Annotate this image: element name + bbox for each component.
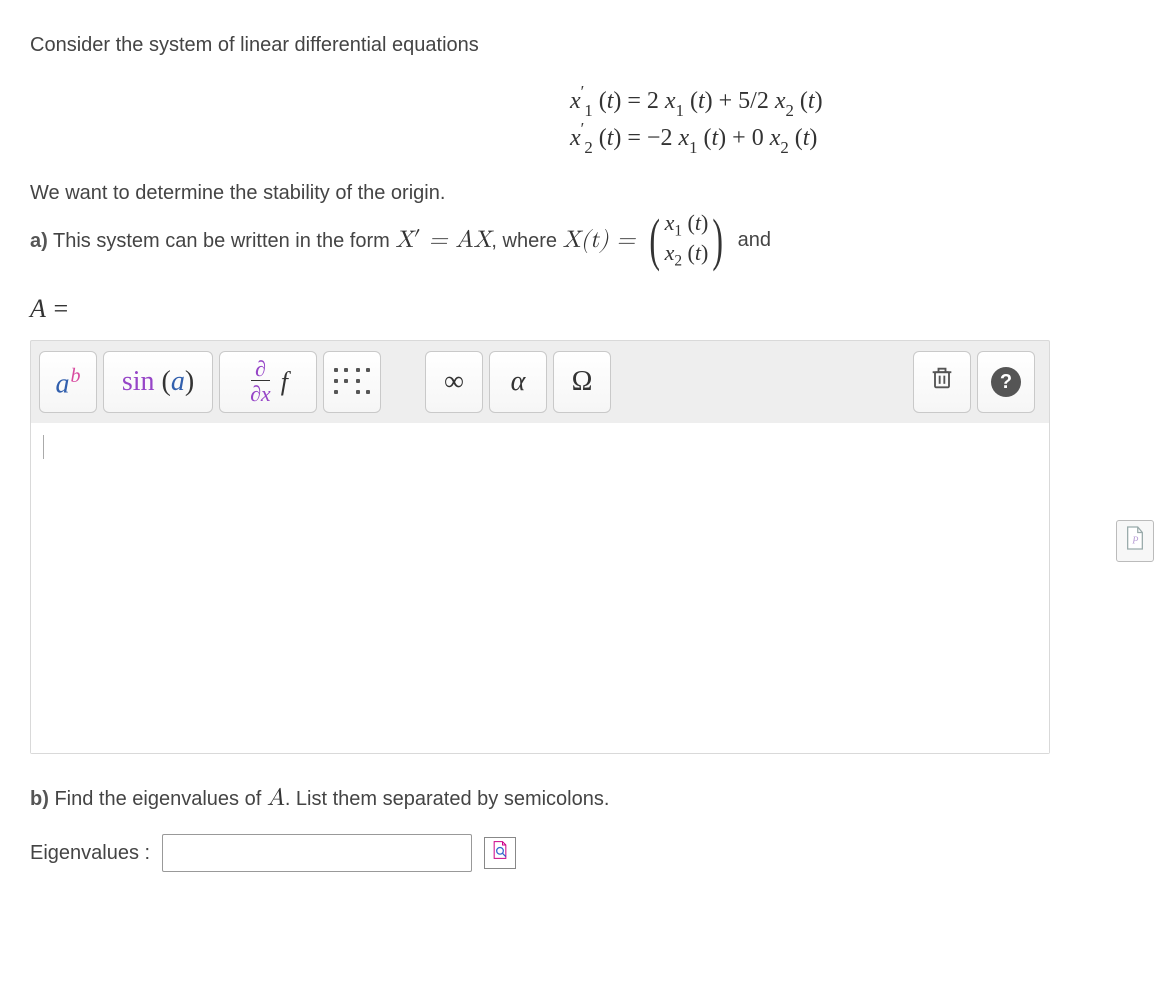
- part-b-text2: . List them separated by semicolons.: [285, 788, 610, 810]
- clear-button[interactable]: [913, 351, 971, 413]
- part-b-line: b) Find the eigenvalues of A. List them …: [30, 780, 1124, 816]
- page-icon: P: [1124, 525, 1146, 557]
- part-b-text: Find the eigenvalues of: [49, 788, 267, 810]
- vector-bot: x2 (t): [665, 240, 709, 271]
- part-b-label: b): [30, 788, 49, 810]
- editor-input-area[interactable]: [31, 423, 1049, 753]
- part-a-tail: and: [738, 225, 771, 255]
- trash-icon: [928, 364, 956, 400]
- state-vector: ( x1 (t) x2 (t) ): [645, 210, 727, 272]
- stability-text: We want to determine the stability of th…: [30, 178, 1124, 208]
- help-button[interactable]: ?: [977, 351, 1035, 413]
- equation-row-2: x′2 (t) = −2 x1 (t) + 0 x2 (t): [570, 121, 1050, 156]
- derivative-button[interactable]: ∂ ∂x f: [219, 351, 317, 413]
- question-icon: ?: [991, 367, 1021, 397]
- caret-icon: [43, 435, 44, 459]
- math-form: X′ = AX: [395, 228, 491, 252]
- magnifier-page-icon: [490, 840, 510, 866]
- side-panel-toggle[interactable]: P: [1116, 520, 1154, 562]
- part-a-mid: , where: [491, 230, 562, 252]
- vector-top: x1 (t): [665, 210, 709, 241]
- equation-block: x′1 (t) = 2 x1 (t) + 5/2 x2 (t) x′2 (t) …: [570, 84, 1050, 156]
- editor-toolbar: ab sin (a) ∂ ∂x f: [31, 341, 1049, 423]
- part-a-line: a) This system can be written in the for…: [30, 210, 1124, 272]
- eigenvalues-input[interactable]: [162, 834, 472, 872]
- exponent-button[interactable]: ab: [39, 351, 97, 413]
- equation-preview-button[interactable]: [484, 837, 516, 869]
- math-A: A: [267, 786, 285, 810]
- alpha-button[interactable]: α: [489, 351, 547, 413]
- infinity-button[interactable]: ∞: [425, 351, 483, 413]
- intro-text: Consider the system of linear differenti…: [30, 30, 1124, 60]
- svg-text:P: P: [1131, 536, 1138, 547]
- omega-button[interactable]: Ω: [553, 351, 611, 413]
- math-where: X(t) =: [563, 228, 636, 252]
- part-a-pre: This system can be written in the form: [48, 230, 396, 252]
- matrix-button[interactable]: [323, 351, 381, 413]
- matrix-a-prompt: A =: [30, 289, 1124, 328]
- part-a-label: a): [30, 230, 48, 252]
- matrix-icon: [334, 368, 370, 396]
- eigenvalues-label: Eigenvalues :: [30, 842, 150, 865]
- math-editor: ab sin (a) ∂ ∂x f: [30, 340, 1050, 754]
- function-sin-button[interactable]: sin (a): [103, 351, 213, 413]
- equation-row-1: x′1 (t) = 2 x1 (t) + 5/2 x2 (t): [570, 84, 1050, 119]
